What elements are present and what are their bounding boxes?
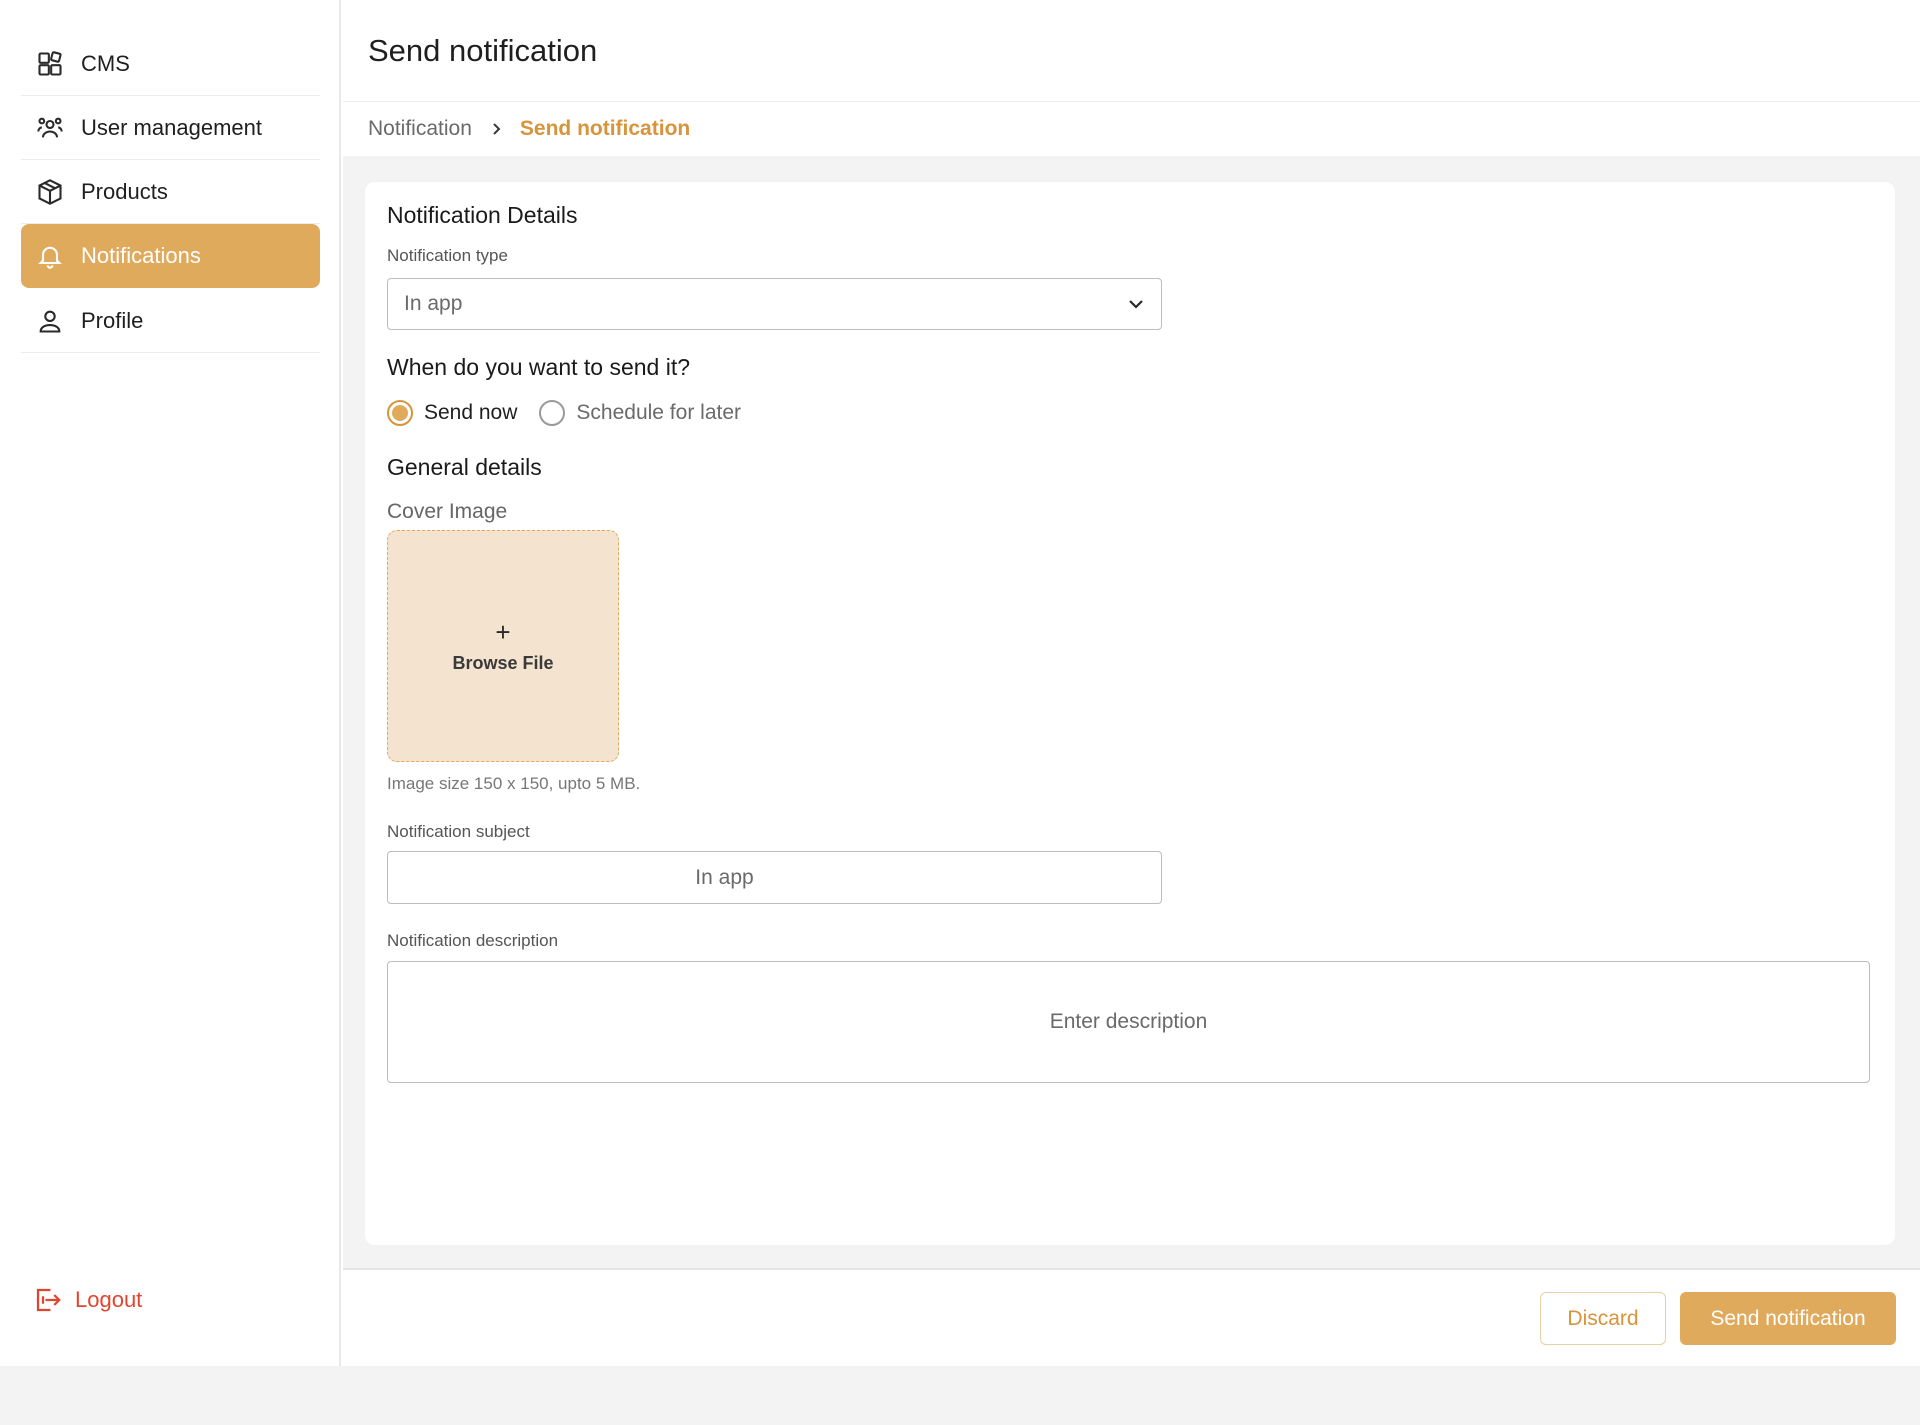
notification-description-label: Notification description <box>387 931 559 950</box>
breadcrumb-parent-link[interactable]: Notification <box>368 117 472 141</box>
form-footer: Discard Send notification <box>343 1268 1920 1366</box>
browse-file-label: Browse File <box>452 652 554 673</box>
logout-icon <box>36 1288 61 1312</box>
radio-indicator <box>387 400 413 426</box>
box-icon <box>35 177 65 207</box>
plus-icon: + <box>495 616 511 647</box>
sidebar-item-label: Products <box>81 178 168 204</box>
cover-image-upload[interactable]: + Browse File <box>387 530 619 762</box>
image-size-hint: Image size 150 x 150, upto 5 MB. <box>387 774 641 793</box>
notification-form-card: Notification Details Notification type I… <box>365 182 1895 1245</box>
notification-subject-input[interactable]: In app <box>387 851 1162 904</box>
send-notification-button[interactable]: Send notification <box>1680 1292 1896 1345</box>
notification-type-label: Notification type <box>387 246 508 265</box>
sidebar-item-label: User management <box>81 114 262 140</box>
send-time-radio-group: Send now Schedule for later <box>387 400 763 426</box>
radio-label: Schedule for later <box>576 401 742 424</box>
notification-description-textarea[interactable]: Enter description <box>387 961 1870 1083</box>
notification-details-title: Notification Details <box>387 202 578 228</box>
page-header: Send notification <box>343 0 1920 102</box>
main-content: Send notification Notification Send noti… <box>343 0 1920 1366</box>
schedule-later-radio[interactable]: Schedule for later <box>539 400 741 426</box>
sidebar-item-notifications[interactable]: Notifications <box>21 224 320 288</box>
cover-image-label: Cover Image <box>387 500 508 523</box>
sidebar-item-products[interactable]: Products <box>21 160 320 224</box>
notification-type-value: In app <box>404 292 463 315</box>
chevron-down-icon <box>1129 300 1143 309</box>
sidebar-item-cms[interactable]: CMS <box>21 32 320 96</box>
sidebar-item-label: Notifications <box>81 243 201 268</box>
chevron-right-icon <box>490 122 504 136</box>
bell-icon <box>35 241 65 271</box>
sidebar-item-label: CMS <box>81 50 130 76</box>
logout-label: Logout <box>75 1287 143 1312</box>
logout-button[interactable]: Logout <box>33 1285 142 1315</box>
content-area: Notification Details Notification type I… <box>343 156 1920 1268</box>
user-icon <box>35 306 65 336</box>
radio-indicator <box>539 400 566 426</box>
sidebar-nav: CMS User management Products Notificatio… <box>21 32 320 353</box>
sidebar-item-user-management[interactable]: User management <box>21 96 320 160</box>
breadcrumb: Notification Send notification <box>343 102 1920 156</box>
breadcrumb-current: Send notification <box>519 117 691 140</box>
sidebar-item-label: Profile <box>81 307 144 333</box>
notification-subject-label: Notification subject <box>387 822 530 841</box>
notification-type-select[interactable]: In app <box>387 278 1162 330</box>
cms-icon <box>35 49 65 79</box>
page-title: Send notification <box>368 32 598 68</box>
send-time-title: When do you want to send it? <box>387 354 691 380</box>
sidebar-item-profile[interactable]: Profile <box>21 289 320 353</box>
app-window: CMS User management Products Notificatio… <box>0 0 1920 1366</box>
users-icon <box>35 113 65 143</box>
sidebar: CMS User management Products Notificatio… <box>0 0 341 1366</box>
general-details-title: General details <box>387 454 542 480</box>
discard-button[interactable]: Discard <box>1540 1292 1666 1345</box>
send-now-radio[interactable]: Send now <box>387 400 517 426</box>
radio-label: Send now <box>424 401 518 424</box>
